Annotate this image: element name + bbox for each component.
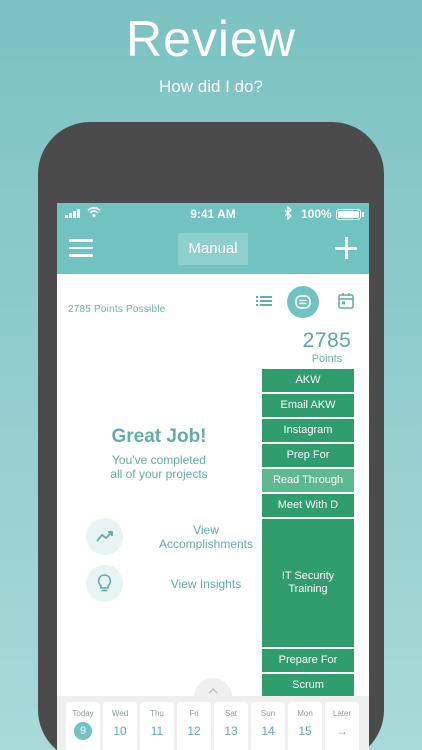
day-strip: Today 9 Wed 10 Thu 11 Fri 12 Sat 13 Sun … <box>66 702 359 750</box>
day-name: Sun <box>260 709 276 718</box>
battery-icon <box>336 209 364 220</box>
day-name: Later <box>332 709 352 718</box>
day-selector-sheet: Today 9 Wed 10 Thu 11 Fri 12 Sat 13 Sun … <box>57 696 369 750</box>
project-block[interactable]: AKW <box>262 369 354 392</box>
completion-title: Great Job! <box>111 426 207 447</box>
day-sat[interactable]: Sat 13 <box>214 702 248 750</box>
day-number: 9 <box>74 722 92 740</box>
day-name: Thu <box>150 709 164 718</box>
project-block[interactable]: Scrum <box>262 674 354 697</box>
day-wed[interactable]: Wed 10 <box>103 702 137 750</box>
day-name: Sat <box>224 709 237 718</box>
list-view-icon[interactable] <box>253 290 275 312</box>
completion-message: You've completed all of your projects <box>57 453 261 481</box>
day-later[interactable]: Later → <box>325 702 359 750</box>
day-number: 11 <box>150 724 164 738</box>
mode-selector[interactable]: Manual <box>178 233 248 265</box>
day-sun[interactable]: Sun 14 <box>251 702 285 750</box>
completion-line-1: You've completed <box>112 453 206 467</box>
project-block[interactable]: Read Through <box>262 469 354 492</box>
day-number: 13 <box>224 724 238 738</box>
day-number: 12 <box>187 724 201 738</box>
trending-up-icon <box>86 518 123 555</box>
status-bar: 9:41 AM 100% <box>57 203 369 224</box>
project-block[interactable]: Meet With D <box>262 494 354 517</box>
battery-percent: 100% <box>301 207 332 221</box>
calendar-icon[interactable] <box>335 290 357 312</box>
accomplishments-label-line-2: Accomplishments <box>158 536 254 551</box>
view-accomplishments-button[interactable]: View Accomplishments <box>86 518 276 558</box>
insights-label: View Insights <box>170 576 242 591</box>
accomplishments-label: View Accomplishments <box>132 518 280 555</box>
review-view-icon[interactable] <box>287 286 319 318</box>
day-name: Mon <box>297 709 313 718</box>
bluetooth-icon <box>284 206 292 220</box>
hero-title: Review <box>126 11 296 67</box>
add-icon[interactable] <box>335 237 357 259</box>
day-name: Wed <box>111 709 129 718</box>
project-block[interactable]: IT Security Training <box>262 519 354 647</box>
day-fri[interactable]: Fri 12 <box>177 702 211 750</box>
chevron-up-icon <box>208 688 218 694</box>
total-points: 2785 <box>302 329 352 352</box>
accomplishments-label-line-1: View <box>193 522 219 537</box>
day-number: 10 <box>113 724 127 738</box>
project-block[interactable]: Prepare For <box>262 649 354 672</box>
points-possible: 2785 Points Possible <box>68 304 166 315</box>
view-insights-button[interactable]: View Insights <box>86 565 276 605</box>
day-mon[interactable]: Mon 15 <box>288 702 322 750</box>
nav-bar: Manual <box>57 224 369 274</box>
arrow-right-icon: → <box>336 724 348 738</box>
completion-line-2: all of your projects <box>110 467 208 481</box>
hero-subtitle: How did I do? <box>159 77 263 96</box>
project-block[interactable]: Email AKW <box>262 394 354 417</box>
day-number: 15 <box>298 724 312 738</box>
project-block[interactable]: Prep For <box>262 444 354 467</box>
app-screen: 9:41 AM 100% Manual 2785 Points Possible <box>57 203 369 750</box>
day-thu[interactable]: Thu 11 <box>140 702 174 750</box>
day-name: Today <box>72 709 94 718</box>
day-name: Fri <box>189 709 199 718</box>
day-number: 14 <box>261 724 275 738</box>
points-label: Points <box>311 353 343 365</box>
menu-icon[interactable] <box>69 239 93 257</box>
day-today[interactable]: Today 9 <box>66 702 100 750</box>
lightbulb-icon <box>86 565 123 602</box>
project-block[interactable]: Instagram <box>262 419 354 442</box>
